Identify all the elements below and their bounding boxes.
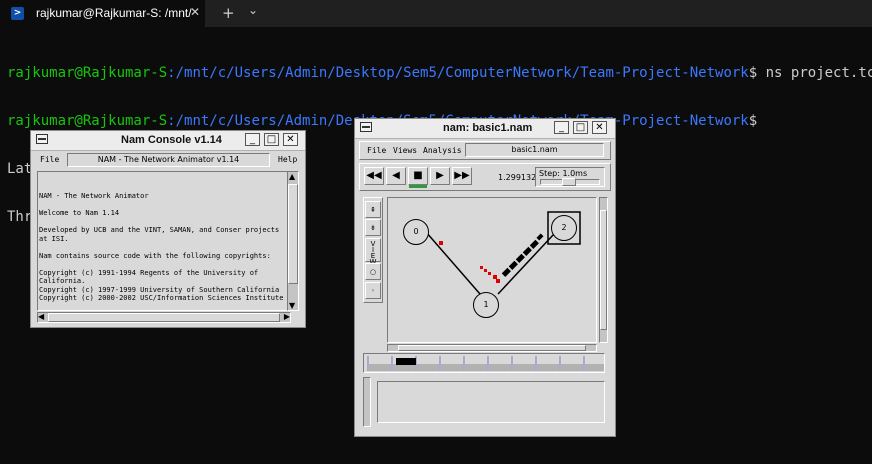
maximize-button[interactable]: □ bbox=[573, 121, 588, 134]
rewind-icon: ◀◀ bbox=[366, 170, 382, 181]
close-button[interactable]: ✕ bbox=[283, 133, 298, 146]
window-title: nam: basic1.nam bbox=[443, 122, 533, 134]
packet bbox=[488, 272, 491, 275]
play-button[interactable]: ▶ bbox=[430, 167, 450, 185]
packet bbox=[501, 267, 511, 277]
hscroll-thumb[interactable] bbox=[398, 345, 586, 351]
canvas-vertical-scrollbar[interactable] bbox=[599, 197, 608, 343]
link-0-1 bbox=[425, 231, 481, 295]
link-1-2 bbox=[497, 233, 555, 295]
zoom-in-icon: ⇞ bbox=[370, 206, 376, 214]
prompt-user: rajkumar@Rajkumar-S bbox=[7, 113, 168, 129]
packet bbox=[515, 253, 525, 263]
stop-icon: ■ bbox=[413, 170, 423, 181]
tab-title: rajkumar@Rajkumar-S: /mnt/ bbox=[36, 6, 192, 20]
node-0[interactable]: 0 bbox=[403, 219, 429, 245]
timeline-ticks bbox=[367, 356, 604, 371]
node-1[interactable]: 1 bbox=[473, 292, 499, 318]
stop-indicator bbox=[409, 185, 427, 188]
terminal-icon: > bbox=[11, 7, 24, 20]
filename-field: basic1.nam bbox=[465, 143, 604, 157]
nam-window: nam: basic1.nam _ □ ✕ File Views Analysi… bbox=[354, 118, 616, 437]
packet bbox=[439, 241, 443, 245]
nam-titlebar[interactable]: nam: basic1.nam _ □ ✕ bbox=[355, 119, 615, 139]
packet bbox=[496, 279, 500, 283]
zoom-out-icon: ⇟ bbox=[370, 224, 376, 232]
window-menu-icon[interactable] bbox=[360, 122, 372, 132]
menu-analysis[interactable]: Analysis bbox=[423, 146, 462, 155]
step-back-button[interactable]: ◀ bbox=[386, 167, 406, 185]
close-tab-icon[interactable]: ✕ bbox=[190, 5, 200, 19]
packet bbox=[529, 239, 539, 249]
fast-forward-icon: ▶▶ bbox=[454, 170, 470, 181]
command-text: ns project.tcl bbox=[757, 65, 872, 81]
stop-button[interactable]: ■ bbox=[408, 167, 428, 185]
canvas-horizontal-scrollbar[interactable] bbox=[387, 344, 597, 352]
packet bbox=[522, 246, 532, 256]
close-button[interactable]: ✕ bbox=[592, 121, 607, 134]
node-2[interactable]: 2 bbox=[551, 215, 577, 241]
back-icon: ◀ bbox=[392, 170, 400, 181]
circle-icon: ○ bbox=[369, 268, 377, 276]
packet bbox=[536, 233, 544, 241]
terminal-tab[interactable]: > rajkumar@Rajkumar-S: /mnt/ ✕ bbox=[0, 0, 205, 27]
annotation-panel[interactable] bbox=[377, 381, 605, 423]
window-menu-icon[interactable] bbox=[36, 134, 48, 144]
scroll-up-icon[interactable]: ▲ bbox=[289, 172, 295, 181]
scroll-down-icon[interactable]: ▼ bbox=[289, 301, 295, 310]
dropdown-icon[interactable]: ⌄ bbox=[248, 3, 258, 17]
minimize-button[interactable]: _ bbox=[554, 121, 569, 134]
animation-canvas[interactable]: 0 1 2 bbox=[387, 197, 597, 343]
window-title: Nam Console v1.14 bbox=[121, 134, 222, 146]
menu-views[interactable]: Views bbox=[393, 146, 417, 155]
console-text: NAM - The Network Animator Welcome to Na… bbox=[39, 192, 284, 302]
prompt-user: rajkumar@Rajkumar-S bbox=[7, 65, 168, 81]
circle-button[interactable]: ○ bbox=[365, 263, 381, 280]
nam-console-window: Nam Console v1.14 _ □ ✕ File NAM - The N… bbox=[30, 130, 306, 328]
nam-console-titlebar[interactable]: Nam Console v1.14 _ □ ✕ bbox=[31, 131, 305, 151]
small-circle-button[interactable]: ◦ bbox=[365, 282, 381, 299]
packet bbox=[493, 275, 497, 279]
maximize-button[interactable]: □ bbox=[264, 133, 279, 146]
new-tab-button[interactable]: + bbox=[222, 4, 235, 22]
console-header-field: NAM - The Network Animator v1.14 bbox=[67, 153, 270, 167]
view-button[interactable]: V I E W bbox=[365, 238, 381, 266]
play-icon: ▶ bbox=[436, 170, 444, 181]
menu-file[interactable]: File bbox=[40, 155, 59, 164]
prompt-line-1: rajkumar@Rajkumar-S:/mnt/c/Users/Admin/D… bbox=[7, 65, 872, 81]
console-vertical-scrollbar[interactable]: ▲ ▼ bbox=[287, 171, 299, 311]
menu-help[interactable]: Help bbox=[278, 155, 297, 164]
packet bbox=[508, 260, 518, 270]
menu-file[interactable]: File bbox=[367, 146, 386, 155]
prompt-symbol: $ bbox=[748, 113, 758, 129]
timeline-marker bbox=[396, 358, 416, 365]
annotation-scrollbar[interactable] bbox=[363, 377, 371, 427]
small-circle-icon: ◦ bbox=[370, 287, 376, 295]
timeline[interactable] bbox=[363, 353, 605, 373]
scrollbar-thumb[interactable] bbox=[288, 184, 298, 284]
zoom-in-button[interactable]: ⇞ bbox=[365, 201, 381, 218]
packet bbox=[480, 266, 483, 269]
rewind-button[interactable]: ◀◀ bbox=[364, 167, 384, 185]
packet bbox=[484, 269, 487, 272]
prompt-path: :/mnt/c/Users/Admin/Desktop/Sem5/Compute… bbox=[167, 65, 749, 81]
scroll-left-icon[interactable]: ◀ bbox=[38, 312, 44, 321]
time-display: 1.299132 bbox=[498, 173, 537, 182]
terminal-titlebar: > rajkumar@Rajkumar-S: /mnt/ ✕ + ⌄ bbox=[0, 0, 872, 27]
fast-forward-button[interactable]: ▶▶ bbox=[452, 167, 472, 185]
minimize-button[interactable]: _ bbox=[245, 133, 260, 146]
console-horizontal-scrollbar[interactable]: ◀ ▶ bbox=[37, 312, 291, 323]
prompt-symbol: $ bbox=[748, 65, 758, 81]
zoom-out-button[interactable]: ⇟ bbox=[365, 219, 381, 236]
scrollbar-thumb[interactable] bbox=[600, 210, 607, 330]
step-label: Step: 1.0ms bbox=[539, 169, 588, 178]
step-slider[interactable]: Step: 1.0ms bbox=[535, 167, 605, 187]
scroll-right-icon[interactable]: ▶ bbox=[284, 312, 290, 321]
slider-handle[interactable] bbox=[562, 178, 576, 186]
hscroll-thumb[interactable] bbox=[48, 313, 280, 322]
